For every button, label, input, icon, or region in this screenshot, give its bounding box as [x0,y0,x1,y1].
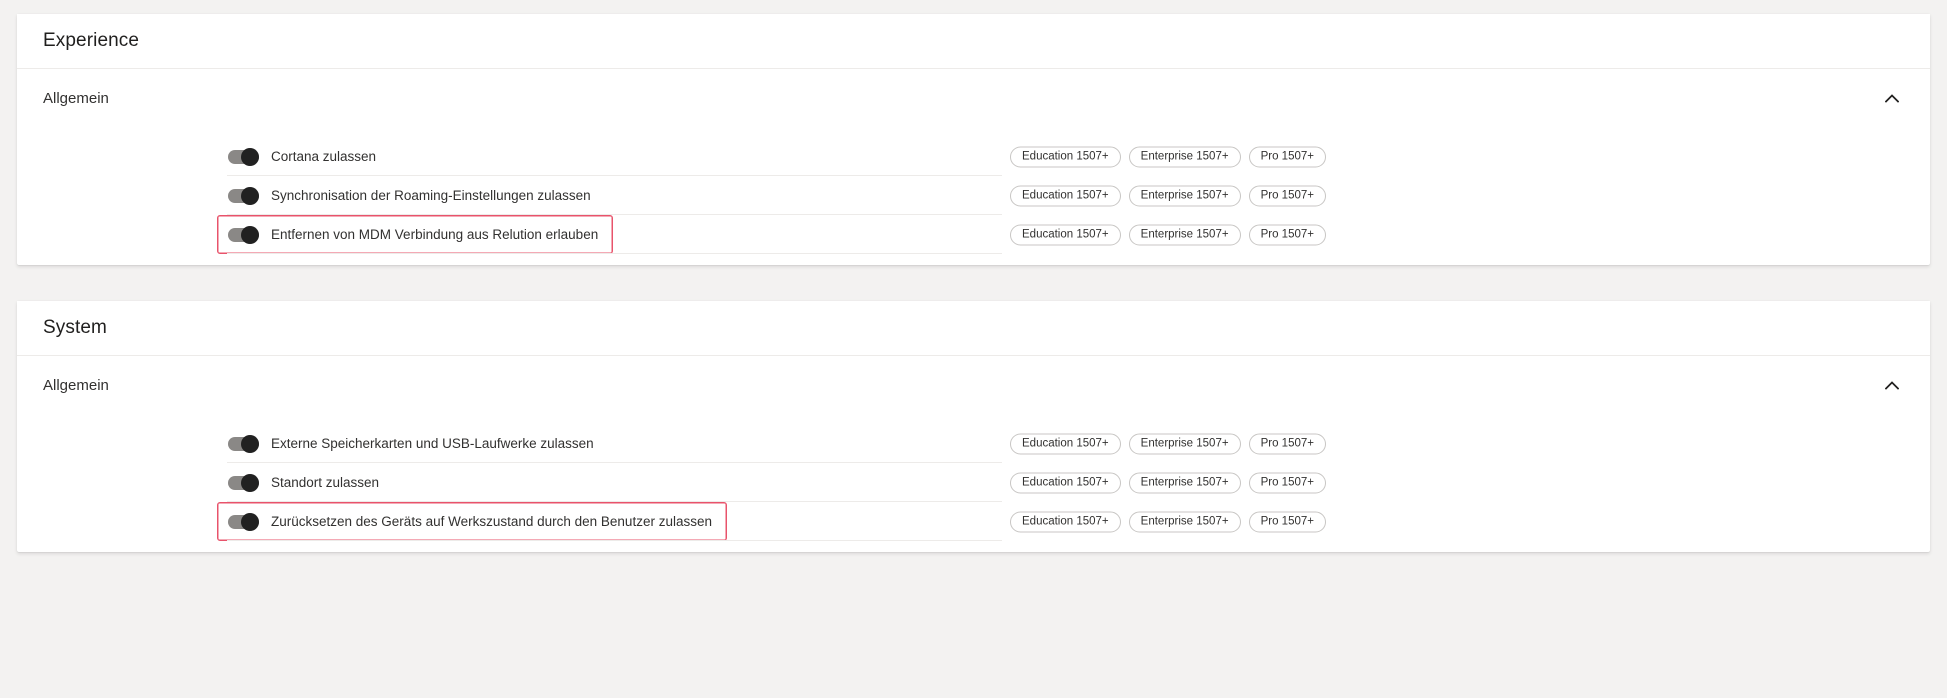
badge-group: Education 1507+ Enterprise 1507+ Pro 150… [1010,433,1326,454]
setting-label: Cortana zulassen [271,149,377,164]
setting-control-group-highlighted[interactable]: Entfernen von MDM Verbindung aus Relutio… [217,215,614,254]
status-badge: Enterprise 1507+ [1128,224,1241,245]
status-badge: Enterprise 1507+ [1128,472,1241,493]
chevron-up-icon[interactable] [1876,369,1908,401]
status-badge: Education 1507+ [1010,185,1121,206]
group-title: Allgemein [43,376,109,394]
toggle-knob [241,473,259,492]
table-row: Cortana zulassen Education 1507+ Enterpr… [17,137,1930,176]
status-badge: Pro 1507+ [1248,146,1326,167]
table-row: Synchronisation der Roaming-Einstellunge… [17,176,1930,215]
status-badge: Enterprise 1507+ [1128,185,1241,206]
status-badge: Pro 1507+ [1248,472,1326,493]
setting-control-group-highlighted[interactable]: Zurücksetzen des Geräts auf Werkszustand… [217,502,727,541]
setting-label: Entfernen von MDM Verbindung aus Relutio… [271,227,599,242]
toggle-knob [241,434,259,453]
settings-row-list: Cortana zulassen Education 1507+ Enterpr… [17,127,1930,278]
setting-control-group[interactable]: Cortana zulassen [217,137,1002,176]
setting-label: Zurücksetzen des Geräts auf Werkszustand… [271,514,712,529]
badge-group: Education 1507+ Enterprise 1507+ Pro 150… [1010,185,1326,206]
group-header-allgemein[interactable]: Allgemein [17,69,1930,127]
setting-label: Synchronisation der Roaming-Einstellunge… [271,188,591,203]
card-header: System [17,301,1930,356]
toggle-switch[interactable] [228,512,259,531]
status-badge: Enterprise 1507+ [1128,433,1241,454]
group-header-allgemein[interactable]: Allgemein [17,356,1930,414]
toggle-switch[interactable] [228,186,259,205]
toggle-knob [241,512,259,531]
group-title: Allgemein [43,89,109,107]
toggle-switch[interactable] [228,225,259,244]
status-badge: Pro 1507+ [1248,185,1326,206]
table-row: Zurücksetzen des Geräts auf Werkszustand… [17,502,1930,541]
status-badge: Pro 1507+ [1248,224,1326,245]
badge-group: Education 1507+ Enterprise 1507+ Pro 150… [1010,472,1326,493]
status-badge: Education 1507+ [1010,224,1121,245]
badge-group: Education 1507+ Enterprise 1507+ Pro 150… [1010,146,1326,167]
toggle-knob [241,225,259,244]
table-row: Standort zulassen Education 1507+ Enterp… [17,463,1930,502]
settings-card-system: System Allgemein Externe Speicherkarten … [17,301,1930,552]
setting-control-group[interactable]: Synchronisation der Roaming-Einstellunge… [217,176,1002,215]
settings-page: Experience Allgemein Cortana zulassen Ed… [0,0,1947,698]
setting-control-group[interactable]: Standort zulassen [217,463,1002,502]
settings-row-list: Externe Speicherkarten und USB-Laufwerke… [17,414,1930,565]
toggle-switch[interactable] [228,473,259,492]
status-badge: Enterprise 1507+ [1128,146,1241,167]
page-title: System [43,317,107,338]
row-divider [227,253,1002,254]
chevron-up-icon[interactable] [1876,82,1908,114]
toggle-knob [241,186,259,205]
settings-card-experience: Experience Allgemein Cortana zulassen Ed… [17,14,1930,265]
setting-label: Standort zulassen [271,475,380,490]
status-badge: Education 1507+ [1010,472,1121,493]
toggle-switch[interactable] [228,434,259,453]
row-divider [227,540,1002,541]
status-badge: Education 1507+ [1010,433,1121,454]
status-badge: Pro 1507+ [1248,433,1326,454]
setting-control-group[interactable]: Externe Speicherkarten und USB-Laufwerke… [217,424,1002,463]
status-badge: Pro 1507+ [1248,511,1326,532]
badge-group: Education 1507+ Enterprise 1507+ Pro 150… [1010,224,1326,245]
card-header: Experience [17,14,1930,69]
status-badge: Education 1507+ [1010,511,1121,532]
toggle-knob [241,147,259,166]
setting-label: Externe Speicherkarten und USB-Laufwerke… [271,436,594,451]
page-title: Experience [43,30,140,51]
badge-group: Education 1507+ Enterprise 1507+ Pro 150… [1010,511,1326,532]
status-badge: Education 1507+ [1010,146,1121,167]
toggle-switch[interactable] [228,147,259,166]
table-row: Externe Speicherkarten und USB-Laufwerke… [17,424,1930,463]
status-badge: Enterprise 1507+ [1128,511,1241,532]
table-row: Entfernen von MDM Verbindung aus Relutio… [17,215,1930,254]
